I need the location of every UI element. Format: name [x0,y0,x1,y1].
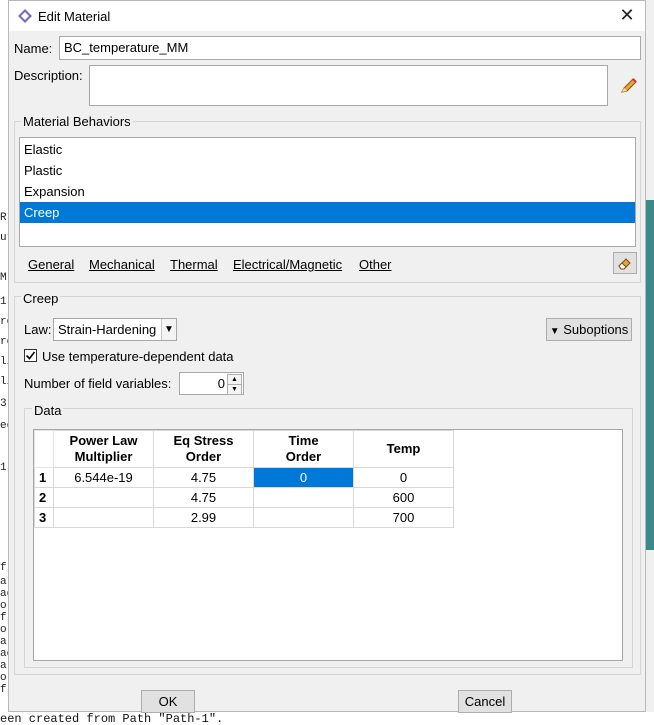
menu-thermal-label: Thermal [170,257,218,272]
spin-down-icon[interactable]: ▼ [227,384,242,395]
table-cell[interactable] [53,487,154,508]
name-value: BC_temperature_MM [64,40,189,55]
app-icon [18,9,32,23]
table-cell[interactable] [53,507,154,528]
background-text-fragment: ut [0,232,8,244]
chevron-down-icon[interactable]: ▼ [161,319,176,340]
menu-other-label: Other [359,257,392,272]
background-text-fragment: ro [0,336,8,348]
clear-behavior-button[interactable] [613,252,637,274]
field-variables-spinner[interactable]: 0 ▲ ▼ [179,372,244,395]
edit-pencil-icon[interactable] [618,75,640,97]
window-title: Edit Material [38,9,111,24]
menu-electrical-label: Electrical/Magnetic [233,257,343,272]
background-text-fragment: f [0,612,7,624]
edit-material-dialog: Edit Material ✕ Name: BC_temperature_MM … [8,0,646,713]
title-bar[interactable]: Edit Material ✕ [9,1,645,31]
table-cell[interactable] [253,487,354,508]
background-console-text: een created from Path "Path-1". [0,712,654,725]
row-number[interactable]: 2 [34,487,54,508]
menu-other[interactable]: Other [359,257,392,272]
table-cell[interactable]: 6.544e-19 [53,467,154,488]
data-table[interactable]: Power Law Multiplier Eq Stress Order Tim… [34,430,454,528]
table-cell[interactable]: 4.75 [153,467,254,488]
header-power-law-multiplier[interactable]: Power Law Multiplier [53,430,154,468]
background-text-fragment: ac [0,588,8,600]
table-cell[interactable]: 700 [353,507,454,528]
background-text-fragment: ol [0,672,8,684]
table-row: 1 6.544e-19 4.75 0 0 [34,467,454,488]
row-number[interactable]: 3 [34,507,54,528]
table-cell[interactable]: 0 [353,467,454,488]
background-text-fragment: ac [0,648,8,660]
background-text-fragment: 1 [0,296,7,308]
behaviors-list[interactable]: Elastic Plastic Expansion Creep [19,137,636,247]
header-eq-stress-order[interactable]: Eq Stress Order [153,430,254,468]
menu-general-label: General [28,257,75,272]
material-behaviors-title: Material Behaviors [21,114,133,129]
background-text-fragment: M [0,272,7,284]
behavior-item-expansion[interactable]: Expansion [20,181,635,202]
menu-mechanical-label: Mechanical [89,257,155,272]
background-text-fragment: ol [0,600,8,612]
temperature-dependent-checkbox[interactable] [24,349,37,362]
background-text-fragment: R [0,212,7,224]
background-text-fragment: 1) [0,462,8,474]
table-cell[interactable] [253,507,354,528]
table-cell[interactable]: 4.75 [153,487,254,508]
law-select[interactable]: Strain-Hardening ▼ [53,318,177,341]
table-cell[interactable]: 2.99 [153,507,254,528]
background-text-fragment: li [0,356,8,368]
behavior-item-plastic[interactable]: Plastic [20,160,635,181]
table-row: 2 4.75 600 [34,487,454,508]
background-text-fragment: al [0,576,8,588]
menu-electrical-magnetic[interactable]: Electrical/Magnetic [233,257,342,272]
temperature-dependent-label: Use temperature-dependent data [42,349,234,364]
table-header-row: Power Law Multiplier Eq Stress Order Tim… [34,430,454,468]
eraser-icon [618,258,631,270]
behavior-item-elastic[interactable]: Elastic [20,139,635,160]
table-row: 3 2.99 700 [34,507,454,528]
menu-mechanical[interactable]: Mechanical [89,257,155,272]
background-text-fragment: ol [0,624,8,636]
data-title: Data [32,403,64,418]
name-field[interactable]: BC_temperature_MM [59,36,641,60]
header-time-order[interactable]: Time Order [253,430,354,468]
menu-thermal[interactable]: Thermal [170,257,218,272]
field-variables-value: 0 [217,376,225,391]
background-text-fragment: f [0,562,7,574]
ok-button[interactable]: OK [141,690,195,713]
law-label: Law: [24,322,52,337]
creep-title: Creep [21,291,61,306]
background-text-fragment: ro [0,316,8,328]
description-label: Description: [14,68,83,83]
checkmark-icon [25,351,36,360]
background-text-fragment: al [0,660,8,672]
row-number[interactable]: 1 [34,467,54,488]
background-text-fragment: li [0,376,8,388]
table-cell[interactable]: 600 [353,487,454,508]
field-variables-label: Number of field variables: [24,376,172,391]
suboptions-button[interactable]: ▼ Suboptions [546,318,632,341]
close-icon[interactable]: ✕ [617,5,637,26]
name-label: Name: [14,41,53,56]
background-text-fragment: 3) [0,398,8,410]
dropdown-arrow-icon: ▼ [549,326,560,337]
background-text-fragment: f [0,684,7,696]
menu-general[interactable]: General [28,257,74,272]
corner-header [34,430,54,468]
suboptions-label: Suboptions [563,322,629,337]
background-text-fragment: al [0,636,8,648]
background-window-right [646,200,654,550]
law-value: Strain-Hardening [58,322,157,337]
header-temp[interactable]: Temp [353,430,454,468]
table-cell-selected[interactable]: 0 [253,467,354,488]
description-field[interactable] [89,65,608,106]
cancel-button[interactable]: Cancel [458,690,512,713]
background-text-fragment: ec [0,420,8,432]
behavior-item-creep[interactable]: Creep [20,202,635,223]
